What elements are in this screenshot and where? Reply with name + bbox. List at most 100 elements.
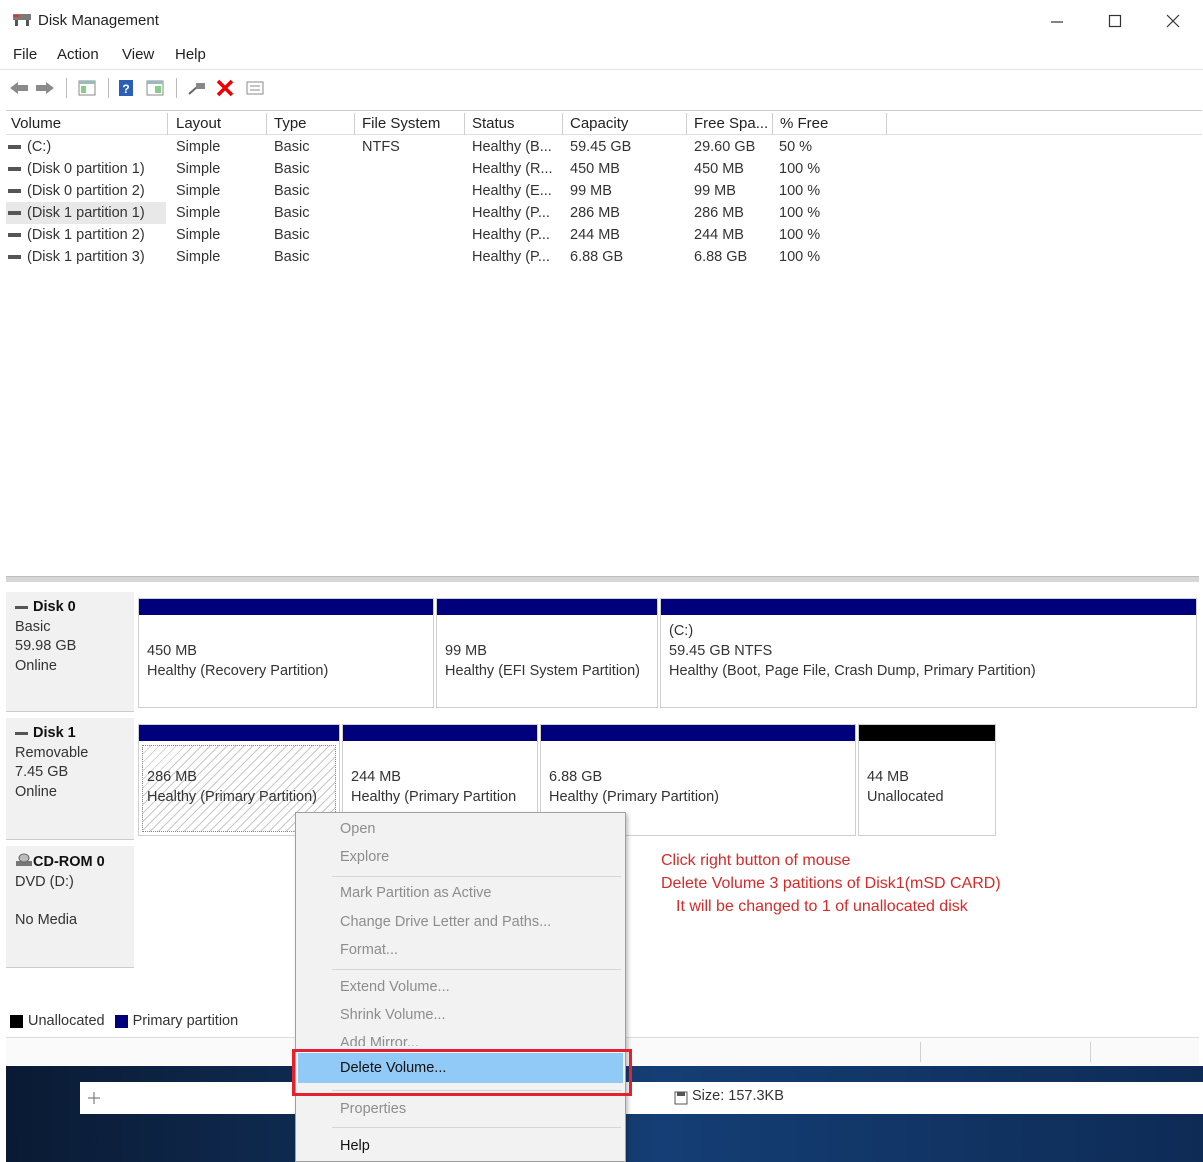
menu-item-properties[interactable]: Properties — [340, 1098, 406, 1120]
disk0-partition-recovery[interactable]: 450 MB Healthy (Recovery Partition) — [138, 598, 434, 708]
disk0-partition-c[interactable]: (C:) 59.45 GB NTFS Healthy (Boot, Page F… — [660, 598, 1197, 708]
partition-status: Healthy (Boot, Page File, Crash Dump, Pr… — [669, 663, 1036, 679]
cell-layout: Simple — [176, 161, 221, 177]
partition-status: Healthy (Primary Partition) — [147, 789, 318, 805]
help-button[interactable]: ? — [116, 77, 136, 99]
disk0-name: Disk 0 — [33, 599, 76, 615]
cdrom-name: CD-ROM 0 — [33, 854, 105, 870]
menu-item-open[interactable]: Open — [340, 818, 375, 840]
column-percent-free[interactable]: % Free — [775, 113, 887, 135]
partition-size: 59.45 GB NTFS — [669, 643, 773, 659]
menu-item-mark-active[interactable]: Mark Partition as Active — [340, 882, 492, 904]
table-row[interactable]: (Disk 0 partition 1) Simple Basic Health… — [6, 158, 1202, 180]
cd-drive-icon — [16, 853, 32, 866]
cell-capacity: 59.45 GB — [570, 139, 632, 155]
disk-icon — [15, 605, 28, 609]
annotation-line-2: Delete Volume 3 patitions of Disk1(mSD C… — [661, 875, 1001, 892]
annotation-line-1: Click right button of mouse — [661, 852, 851, 869]
forward-button[interactable] — [34, 77, 56, 99]
column-layout[interactable]: Layout — [171, 113, 267, 135]
partition-size: 99 MB — [445, 643, 487, 659]
properties-button[interactable] — [144, 77, 166, 99]
maximize-button[interactable] — [1092, 6, 1138, 36]
toolbar: ? — [0, 72, 1203, 104]
menu-item-format[interactable]: Format... — [340, 939, 398, 961]
menu-item-extend-volume[interactable]: Extend Volume... — [340, 976, 450, 998]
cdrom-state: No Media — [15, 912, 78, 928]
cdrom-label[interactable]: CD-ROM 0 DVD (D:) No Media — [6, 846, 134, 968]
partition-size: 450 MB — [147, 643, 197, 659]
minimize-button[interactable] — [1034, 6, 1080, 36]
disk1-label[interactable]: Disk 1 Removable 7.45 GB Online — [6, 718, 134, 840]
menu-item-change-drive-letter[interactable]: Change Drive Letter and Paths... — [340, 911, 551, 933]
save-icon — [674, 1091, 688, 1105]
list-view-button[interactable] — [244, 77, 266, 99]
partition-size: 244 MB — [351, 769, 401, 785]
column-volume[interactable]: Volume — [6, 113, 168, 135]
cell-file-system — [362, 180, 462, 202]
close-button[interactable] — [1150, 6, 1196, 36]
unallocated-swatch — [10, 1014, 23, 1028]
menu-item-add-mirror[interactable]: Add Mirror... — [340, 1032, 419, 1046]
volume-icon — [8, 211, 21, 216]
cell-layout: Simple — [176, 249, 221, 265]
menu-view[interactable]: View — [122, 46, 154, 63]
title-bar: Disk Management — [0, 0, 1203, 42]
cell-type: Basic — [274, 205, 310, 221]
menu-item-help[interactable]: Help — [340, 1135, 370, 1157]
console-tree-button[interactable] — [76, 77, 98, 99]
cell-status: Healthy (P... — [472, 227, 550, 243]
delete-button[interactable] — [214, 77, 236, 99]
column-status[interactable]: Status — [467, 113, 563, 135]
table-row[interactable]: (Disk 1 partition 1) Simple Basic Health… — [6, 202, 1202, 224]
legend-unallocated: Unallocated — [28, 1013, 105, 1029]
background-window-statusbar: Size: 157.3KB — [80, 1082, 1203, 1114]
table-row[interactable]: (Disk 1 partition 3) Simple Basic Health… — [6, 246, 1202, 268]
console-tree-icon — [78, 80, 96, 96]
cell-free-space: 99 MB — [694, 183, 736, 199]
disk0-partition-efi[interactable]: 99 MB Healthy (EFI System Partition) — [436, 598, 658, 708]
cell-layout: Simple — [176, 227, 221, 243]
cell-file-system — [362, 246, 462, 268]
back-button[interactable] — [8, 77, 30, 99]
column-type[interactable]: Type — [269, 113, 355, 135]
menu-item-explore[interactable]: Explore — [340, 846, 389, 868]
menu-item-shrink-volume[interactable]: Shrink Volume... — [340, 1004, 446, 1026]
disk0-label[interactable]: Disk 0 Basic 59.98 GB Online — [6, 592, 134, 712]
partition-status: Healthy (Primary Partition — [351, 789, 517, 805]
partition-status: Healthy (Primary Partition) — [549, 789, 720, 805]
cell-free-space: 6.88 GB — [694, 249, 748, 265]
column-capacity[interactable]: Capacity — [565, 113, 687, 135]
menu-file[interactable]: File — [13, 46, 37, 63]
volume-icon — [8, 255, 21, 260]
partition-size: 44 MB — [867, 769, 909, 785]
file-size-text: Size: 157.3KB — [692, 1088, 784, 1104]
cdrom-type: DVD (D:) — [15, 873, 74, 890]
menu-action[interactable]: Action — [57, 46, 99, 63]
connect-icon — [188, 83, 205, 95]
volume-list: Volume Layout Type File System Status Ca… — [6, 110, 1202, 580]
cell-type: Basic — [274, 249, 310, 265]
cell-capacity: 6.88 GB — [570, 249, 624, 265]
column-free-space[interactable]: Free Spa... — [689, 113, 773, 135]
partition-status: Healthy (EFI System Partition) — [445, 663, 640, 679]
cell-percent-free: 100 % — [779, 227, 821, 243]
primary-swatch — [114, 1014, 128, 1028]
window-title: Disk Management — [38, 12, 159, 29]
disk0-size: 59.98 GB — [15, 638, 77, 654]
cell-volume: (Disk 0 partition 2) — [27, 183, 145, 199]
table-row[interactable]: (C:) Simple Basic NTFS Healthy (B... 59.… — [6, 136, 1202, 158]
cell-free-space: 29.60 GB — [694, 139, 756, 155]
menu-help[interactable]: Help — [175, 46, 206, 63]
cell-capacity: 450 MB — [570, 161, 620, 177]
table-row[interactable]: (Disk 0 partition 2) Simple Basic Health… — [6, 180, 1202, 202]
cell-type: Basic — [274, 227, 310, 243]
table-row[interactable]: (Disk 1 partition 2) Simple Basic Health… — [6, 224, 1202, 246]
disk1-size: 7.45 GB — [15, 764, 69, 780]
cell-file-system — [362, 158, 462, 180]
column-file-system[interactable]: File System — [357, 113, 465, 135]
maximize-icon — [1108, 14, 1122, 28]
cell-free-space: 286 MB — [694, 205, 744, 221]
disk1-unallocated[interactable]: 44 MB Unallocated — [858, 724, 996, 836]
connect-button[interactable] — [186, 77, 208, 99]
